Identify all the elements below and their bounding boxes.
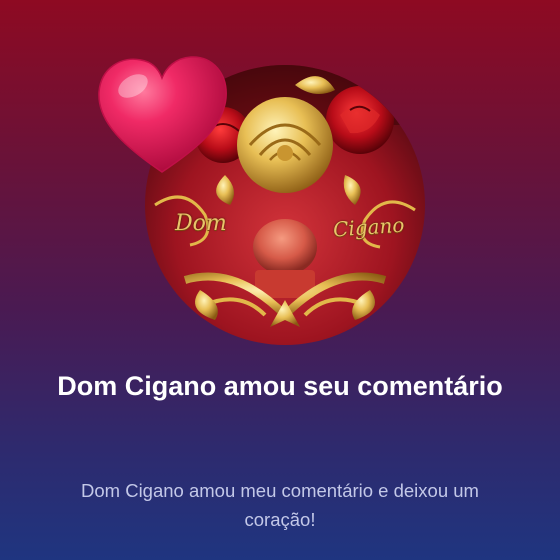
gold-rose [237, 97, 333, 193]
perfume-bottle [253, 219, 317, 298]
notification-message: Dom Cigano amou meu comentário e deixou … [81, 480, 479, 530]
red-rose-right [326, 86, 394, 154]
notification-title: Dom Cigano amou seu comentário [57, 371, 503, 401]
heart-icon [95, 52, 230, 177]
avatar-word-dom: Dom [175, 211, 227, 236]
avatar-word-cigano: Cigano [332, 212, 406, 242]
